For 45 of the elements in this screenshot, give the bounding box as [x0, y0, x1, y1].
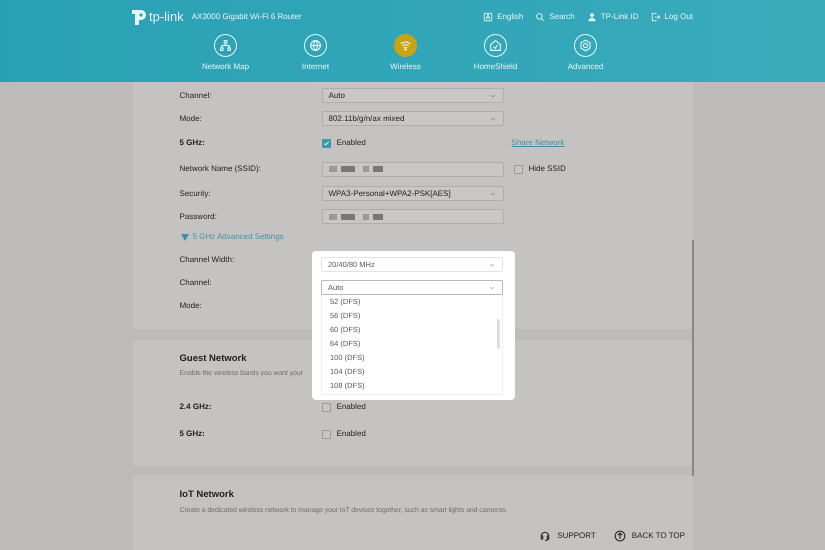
field-label: Channel: [180, 276, 213, 288]
select-field[interactable]: 802.11b/g/n/ax mixed [322, 111, 504, 126]
router-model: AX3000 Gigabit Wi-Fi 6 Router [192, 11, 302, 23]
card-title: IoT Network [180, 488, 234, 502]
search-icon [535, 12, 546, 22]
account-icon [586, 12, 597, 22]
logo-icon [131, 8, 147, 26]
checkbox-label: Enabled [336, 428, 366, 440]
field-label: Channel Width: [180, 254, 236, 266]
scrollbar-thumb[interactable] [692, 240, 694, 476]
headset-icon [539, 530, 552, 542]
checkbox-label: Enabled [336, 137, 366, 149]
arrow-up-icon [614, 530, 626, 542]
field-label: Channel: [180, 90, 213, 102]
shield-icon [489, 39, 502, 52]
select-field[interactable]: Auto [322, 88, 504, 103]
network-map-icon [219, 39, 232, 52]
checkbox[interactable] [322, 430, 330, 439]
field-label: Mode: [180, 300, 203, 312]
select-field[interactable]: WPA3-Personal+WPA2-PSK[AES] [322, 186, 504, 201]
checkbox-label: Hide SSID [528, 163, 566, 175]
footer-link[interactable]: SUPPORT [539, 530, 596, 542]
language-icon [483, 12, 494, 22]
field-label: 5 GHz: [180, 137, 206, 149]
field-label: Network Name (SSID): [180, 163, 262, 175]
logout-icon [650, 12, 661, 22]
checkbox[interactable] [514, 164, 522, 174]
field-label: Password: [180, 210, 218, 222]
checkbox[interactable] [322, 138, 330, 148]
gear-icon [579, 39, 592, 52]
globe-icon [309, 39, 322, 52]
triangle-icon [180, 234, 188, 240]
card-title: Guest Network [180, 352, 247, 366]
field-label: Security: [180, 188, 212, 200]
checkbox-label: Enabled [336, 401, 366, 414]
checkbox[interactable] [322, 402, 330, 412]
footer-link[interactable]: BACK TO TOP [614, 530, 685, 542]
field-label: Mode: [180, 112, 203, 124]
wifi-icon [399, 39, 412, 52]
brand-name: tp-link [149, 8, 184, 26]
scrollbar-thumb[interactable] [497, 319, 500, 349]
field-label: 5 GHz: [180, 428, 206, 440]
masked-field[interactable] [322, 162, 504, 176]
masked-field[interactable] [322, 209, 504, 224]
field-label: 2.4 GHz: [180, 401, 213, 414]
